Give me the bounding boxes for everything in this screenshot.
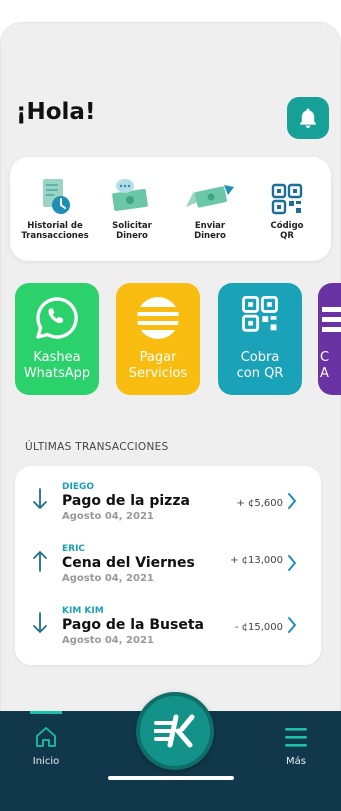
nav-more-label: Más [286, 756, 306, 767]
history-icon [43, 179, 70, 214]
tile-pagar-servicios-label: Pagar Servicios [128, 350, 188, 381]
nav-home[interactable]: Inicio [26, 725, 66, 767]
bell-icon [300, 108, 316, 128]
history-label: Historial de Transacciones [21, 221, 89, 241]
whatsapp-icon [36, 297, 78, 339]
section-title-transactions: ÚLTIMAS TRANSACCIONES [25, 441, 169, 453]
kash-logo-icon [154, 714, 195, 748]
transaction-amount: + ¢5,600 [236, 498, 283, 509]
transaction-amount: + ¢13,000 [230, 555, 283, 566]
history-button[interactable]: Historial de Transacciones [15, 173, 95, 241]
transaction-row[interactable]: ERIC Cena del Viernes Agosto 04, 2021 + … [15, 528, 321, 586]
greeting-title: ¡Hola! [16, 99, 96, 125]
transaction-row[interactable]: DIEGO Pago de la pizza Agosto 04, 2021 +… [15, 466, 321, 524]
tile-kashea-whatsapp-label: Kashea WhatsApp [23, 350, 91, 381]
qr-code-button[interactable]: Código QR [247, 173, 327, 241]
transaction-title: Pago de la pizza [62, 493, 190, 509]
transaction-row[interactable]: KIM KIM Pago de la Buseta Agosto 04, 202… [15, 590, 321, 648]
transaction-amount: - ¢15,000 [234, 622, 283, 633]
send-money-button[interactable]: Enviar Dinero [170, 173, 250, 241]
arrow-down-icon [33, 612, 47, 633]
transaction-contact: ERIC [62, 544, 86, 554]
transaction-date: Agosto 04, 2021 [62, 573, 154, 584]
kash-action-button[interactable] [136, 692, 214, 770]
tile-pagar-servicios[interactable]: Pagar Servicios [116, 283, 200, 395]
transactions-card: DIEGO Pago de la pizza Agosto 04, 2021 +… [15, 466, 321, 665]
services-icon [137, 297, 179, 339]
request-money-button[interactable]: Solicitar Dinero [92, 173, 172, 241]
transaction-contact: KIM KIM [62, 606, 104, 616]
nav-home-label: Inicio [32, 756, 60, 767]
nav-more[interactable]: Más [276, 725, 316, 767]
quick-actions-card: Historial de Transacciones Solicitar Din… [10, 157, 331, 261]
tile-partial[interactable]: C A [318, 283, 341, 395]
qr-code-icon [242, 295, 278, 332]
send-money-icon [186, 185, 234, 208]
home-indicator [108, 776, 234, 780]
tile-partial-label: C A [320, 350, 330, 381]
tile-cobra-con-qr[interactable]: Cobra con QR [218, 283, 302, 395]
chevron-right-icon [288, 493, 296, 509]
arrow-up-icon [33, 551, 47, 572]
transaction-date: Agosto 04, 2021 [62, 511, 154, 522]
tile-cobra-con-qr-label: Cobra con QR [236, 350, 284, 381]
menu-icon [285, 728, 307, 747]
home-icon [36, 727, 56, 747]
transaction-contact: DIEGO [62, 482, 95, 492]
partial-icon [322, 307, 341, 332]
request-money-label: Solicitar Dinero [112, 221, 152, 241]
request-money-icon [112, 179, 148, 212]
transaction-date: Agosto 04, 2021 [62, 635, 154, 646]
send-money-label: Enviar Dinero [194, 221, 226, 241]
notifications-button[interactable] [287, 97, 329, 139]
arrow-down-icon [33, 488, 47, 509]
qr-code-label: Código QR [270, 221, 304, 241]
phone-frame: ¡Hola! Historial de Transacciones Solici… [0, 0, 341, 811]
active-tab-indicator [30, 711, 62, 714]
qr-code-icon [271, 183, 303, 215]
chevron-right-icon [288, 555, 296, 571]
transaction-title: Cena del Viernes [62, 555, 195, 571]
tile-kashea-whatsapp[interactable]: Kashea WhatsApp [15, 283, 99, 395]
transaction-title: Pago de la Buseta [62, 617, 204, 633]
chevron-right-icon [288, 617, 296, 633]
